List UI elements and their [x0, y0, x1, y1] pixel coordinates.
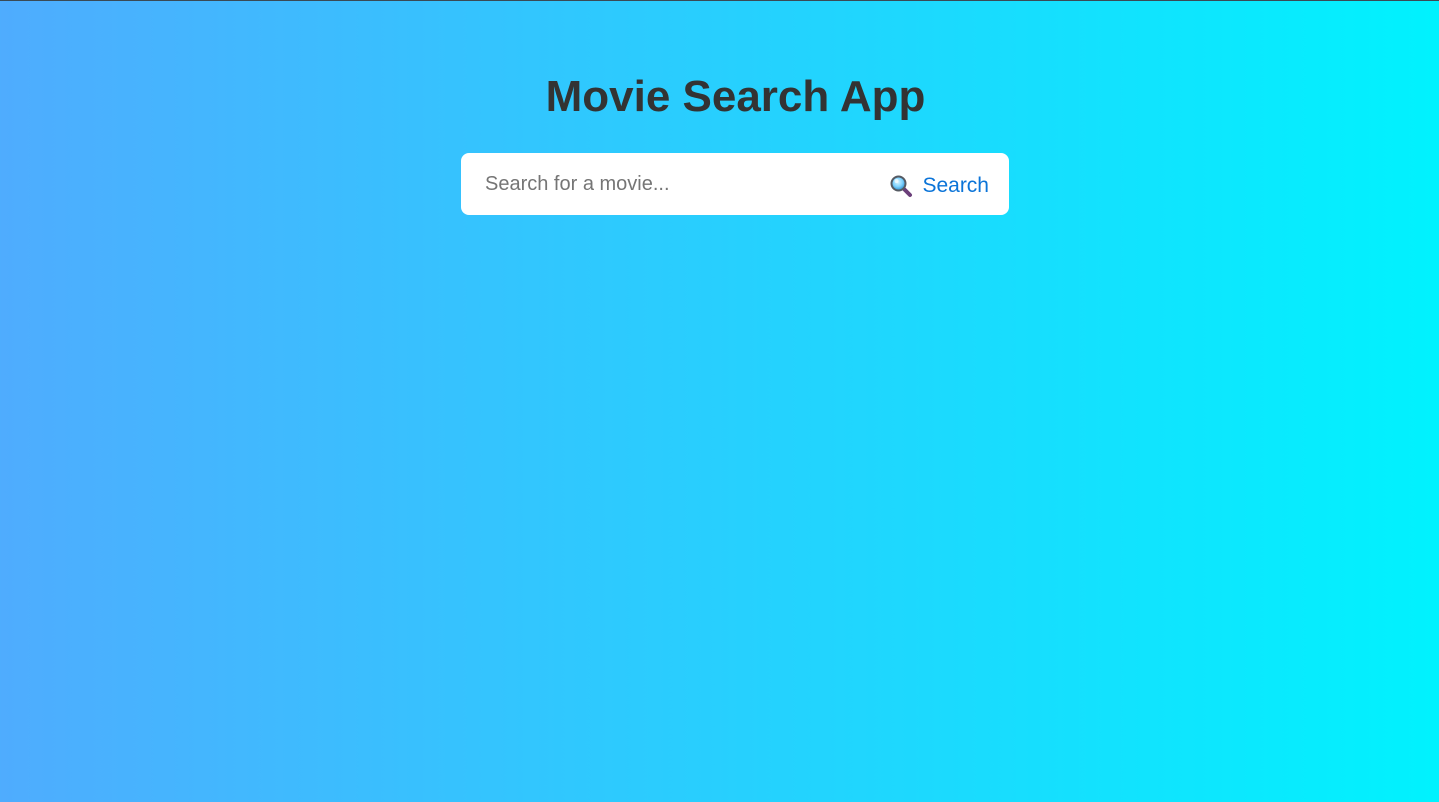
page: Movie Search App Search for a movie... S… — [0, 1, 1439, 802]
search-button-label: Search — [922, 174, 989, 197]
search-bar: Search — [461, 153, 1009, 215]
magnifying-glass-icon — [889, 174, 913, 198]
page-title: Movie Search App — [545, 72, 926, 121]
search-button[interactable]: Search — [875, 167, 997, 203]
search-input[interactable] — [475, 165, 875, 203]
